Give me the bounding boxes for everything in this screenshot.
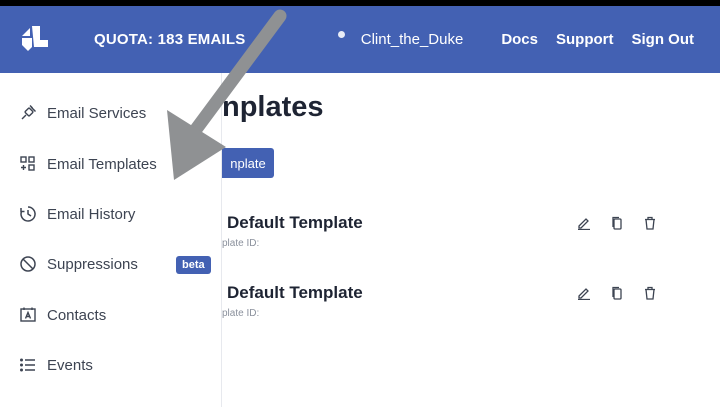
sidebar-item-contacts[interactable]: Contacts [18,303,106,327]
templates-icon [18,154,38,174]
sidebar-item-email-templates[interactable]: Email Templates [18,152,157,176]
copy-icon[interactable] [609,215,625,231]
delete-icon[interactable] [642,215,658,231]
app-logo-icon[interactable] [18,23,48,53]
sidebar-item-email-history[interactable]: Email History [18,202,135,226]
template-actions [576,285,675,301]
edit-icon[interactable] [576,285,592,301]
template-id-label: plate ID: [222,308,260,319]
edit-icon[interactable] [576,215,592,231]
contacts-icon [18,305,38,325]
sidebar-item-label: Events [47,356,93,374]
template-row[interactable]: Default Template plate ID: [222,213,702,263]
user-nav: Clint_the_Duke Docs Support Sign Out [337,31,695,48]
sidebar-item-events[interactable]: Events [18,353,93,377]
quota-label: QUOTA: 183 EMAILS [94,31,246,48]
sidebar-item-label: Email History [47,205,136,223]
template-row[interactable]: Default Template plate ID: [222,283,702,333]
page-title: nplates [222,91,324,123]
sidebar-item-suppressions[interactable]: Suppressions [18,252,138,276]
template-actions [576,215,675,231]
sidebar-item-label: Email Services [47,104,147,122]
new-template-button[interactable]: nplate [222,148,274,178]
template-name[interactable]: Default Template [227,283,363,303]
username-link[interactable]: Clint_the_Duke [361,31,464,48]
sidebar-item-label: Contacts [47,306,107,324]
copy-icon[interactable] [609,285,625,301]
user-status-dot-icon [337,31,345,38]
history-icon [18,204,38,224]
sidebar-item-label: Email Templates [47,155,157,173]
sidebar-item-label: Suppressions [47,255,138,273]
top-navbar: QUOTA: 183 EMAILS Clint_the_Duke Docs Su… [0,6,720,73]
block-icon [18,254,38,274]
sign-out-link[interactable]: Sign Out [632,31,695,48]
support-link[interactable]: Support [556,31,614,48]
sidebar-item-email-services[interactable]: Email Services [18,101,146,125]
main-area: Email Services Email Templates Email His… [0,73,720,407]
template-id-label: plate ID: [222,238,260,249]
docs-link[interactable]: Docs [501,31,538,48]
plug-icon [18,103,38,123]
list-icon [18,355,38,375]
sidebar: Email Services Email Templates Email His… [0,73,222,407]
template-name[interactable]: Default Template [227,213,363,233]
beta-badge: beta [176,256,211,274]
delete-icon[interactable] [642,285,658,301]
